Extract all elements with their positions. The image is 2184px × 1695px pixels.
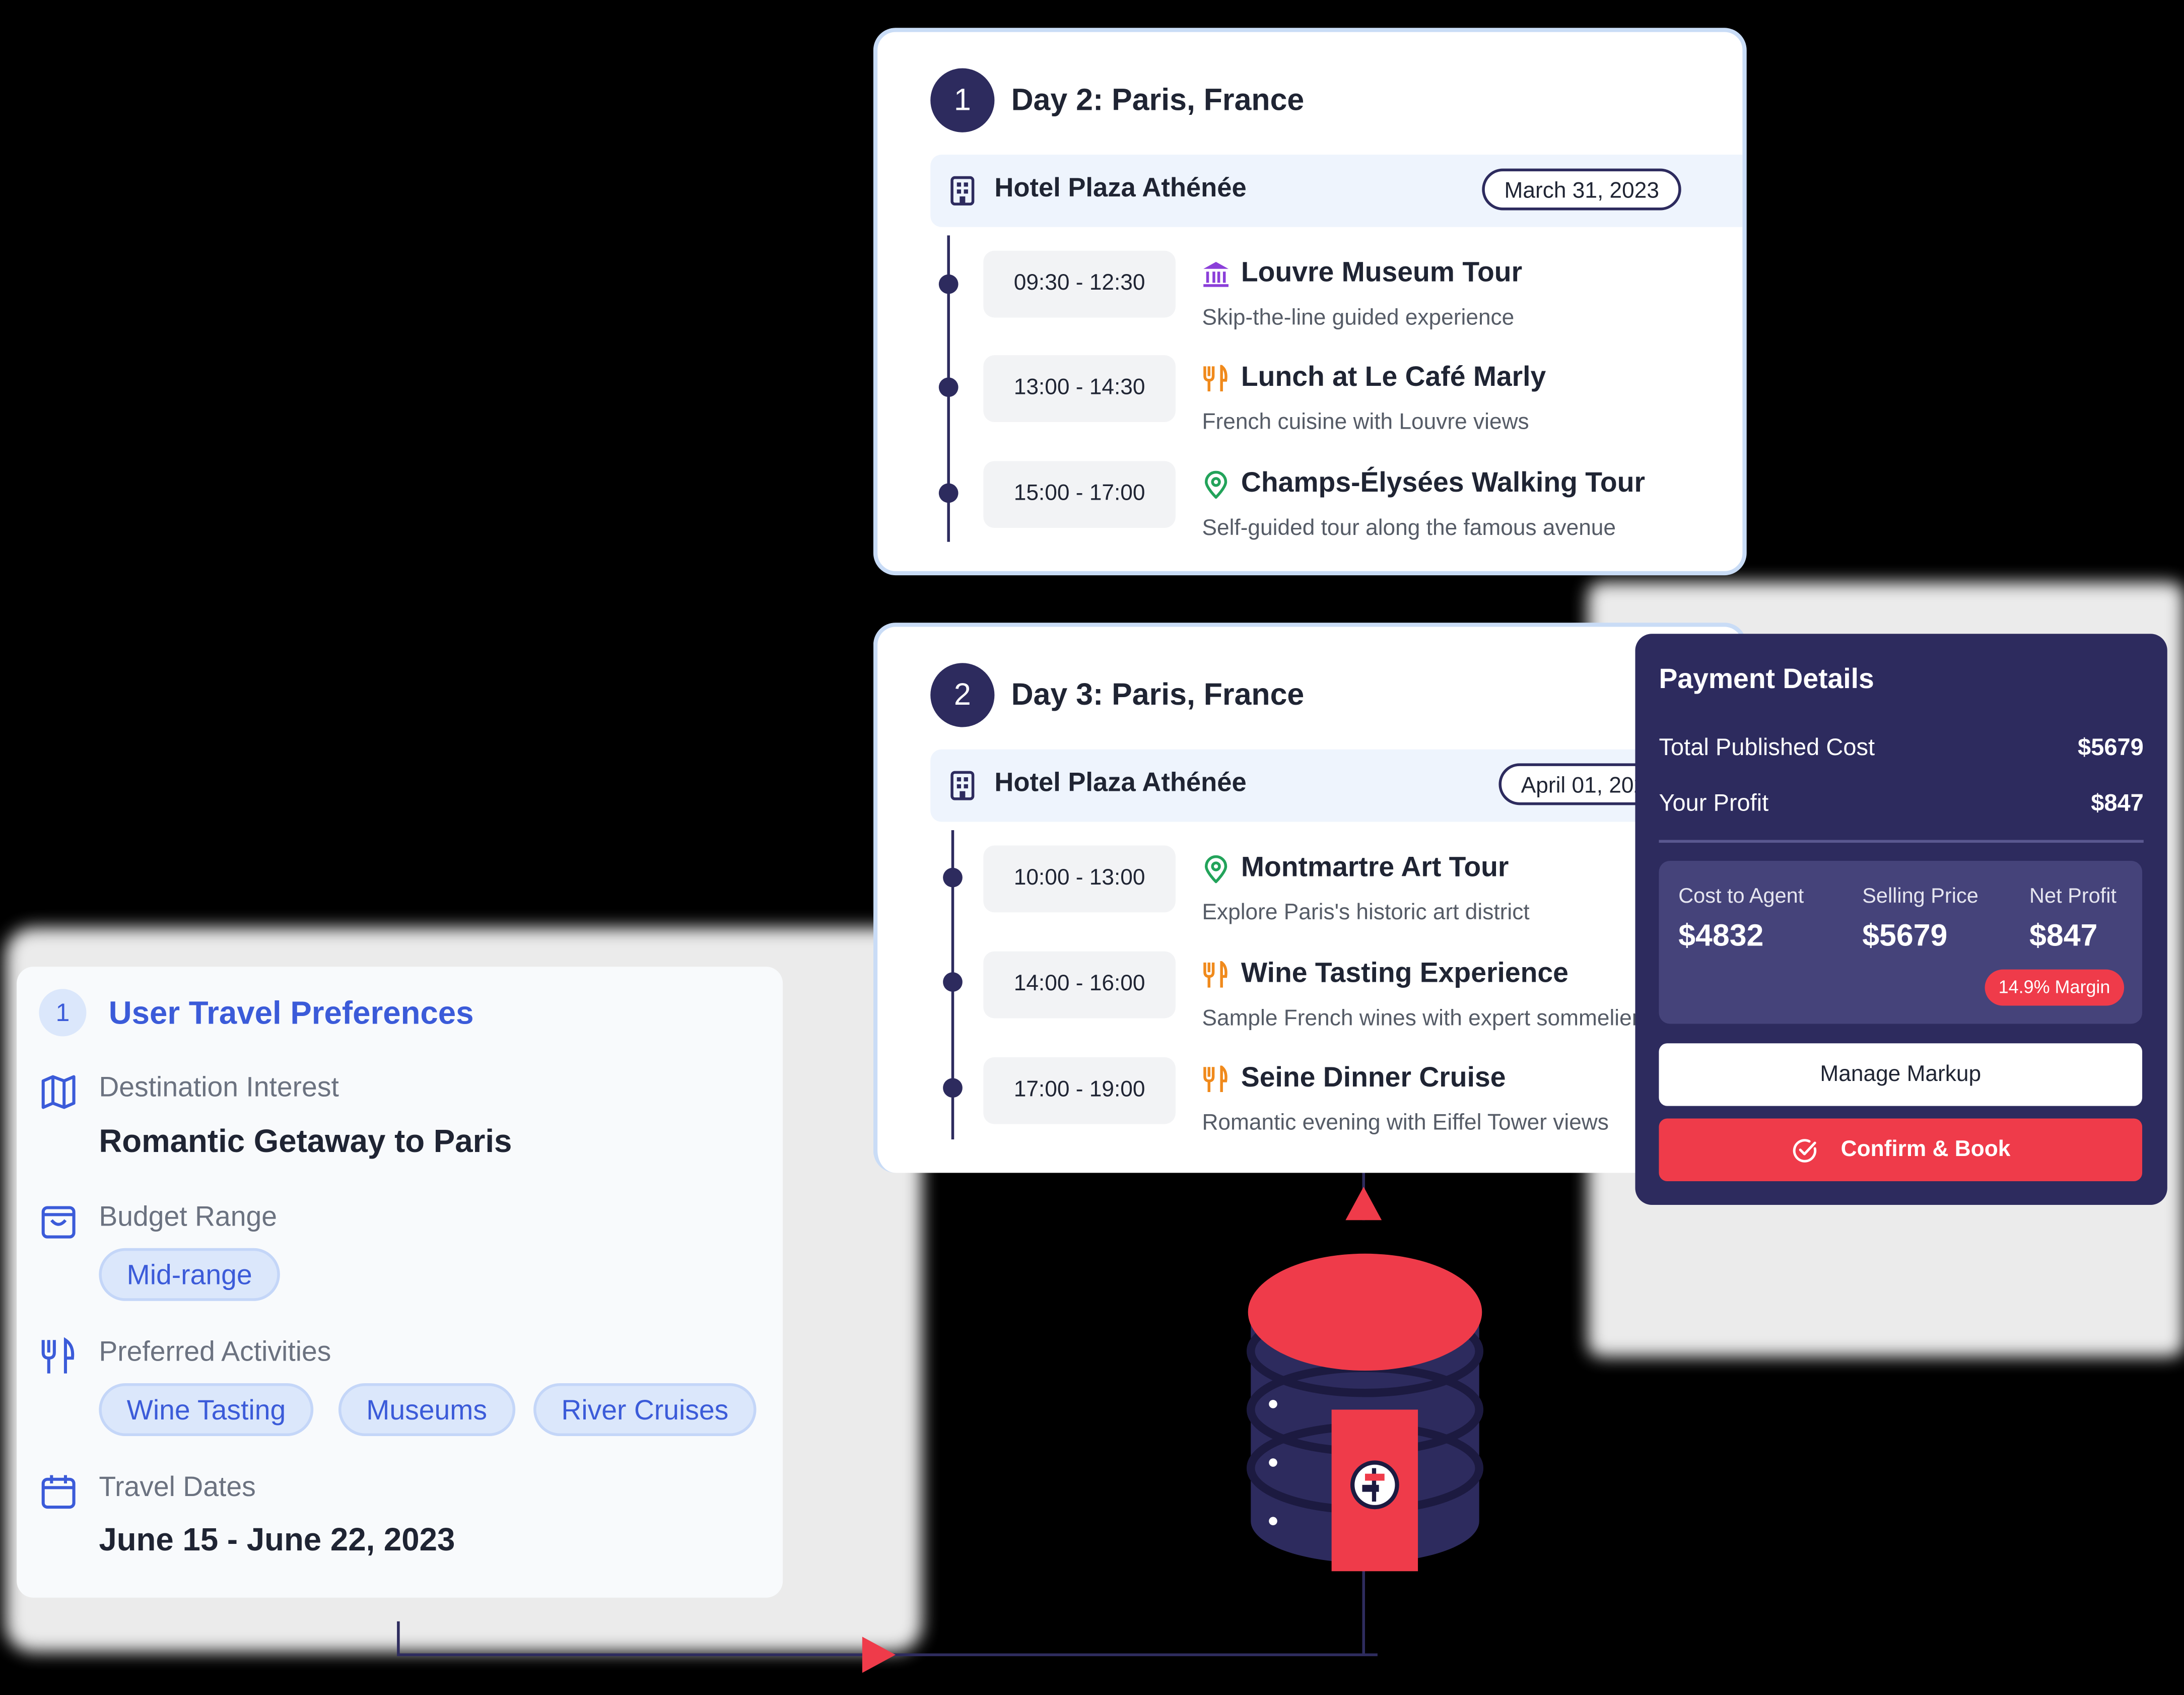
connector-left-drop bbox=[397, 1621, 400, 1656]
cost-agent-label: Cost to Agent bbox=[1678, 884, 1804, 908]
arrow-right-icon bbox=[862, 1637, 896, 1673]
timeline-dot bbox=[943, 1078, 963, 1098]
hotel-bar: Hotel Plaza Athénée April 01, 2023 bbox=[930, 749, 1743, 822]
activity-title-text: Wine Tasting Experience bbox=[1241, 958, 1568, 989]
activity-title: Wine Tasting Experience bbox=[1202, 959, 1568, 991]
day-title: Day 3: Paris, France bbox=[1011, 676, 1305, 712]
net-profit-value: $847 bbox=[2029, 918, 2098, 953]
timeline-dot bbox=[938, 274, 959, 294]
total-cost-value: $5679 bbox=[2078, 734, 2144, 761]
cost-agent-value: $4832 bbox=[1678, 918, 1764, 953]
fork-knife-icon bbox=[41, 1337, 75, 1374]
timeline-dot bbox=[943, 972, 963, 992]
activity-title-text: Champs-Élysées Walking Tour bbox=[1241, 468, 1646, 499]
hotel-name: Hotel Plaza Athénée bbox=[994, 769, 1247, 798]
time-slot: 09:30 - 12:30 bbox=[983, 250, 1176, 318]
museum-icon bbox=[1203, 261, 1228, 287]
day-card-2: 2 Day 3: Paris, France Hotel Plaza Athén… bbox=[873, 623, 1747, 1173]
timeline-dot bbox=[938, 377, 959, 397]
activity-title: Louvre Museum Tour bbox=[1202, 258, 1522, 290]
hotel-name: Hotel Plaza Athénée bbox=[994, 174, 1247, 204]
manage-markup-button[interactable]: Manage Markup bbox=[1659, 1043, 2143, 1106]
fork-knife-icon bbox=[1203, 364, 1227, 391]
dates-value: June 15 - June 22, 2023 bbox=[99, 1521, 455, 1557]
confirm-book-button[interactable]: Confirm & Book bbox=[1659, 1118, 2143, 1181]
confirm-book-label: Confirm & Book bbox=[1840, 1137, 2011, 1161]
pref-header: 1 User Travel Preferences bbox=[39, 989, 474, 1037]
activity-description: Self-guided tour along the famous avenue bbox=[1202, 516, 1616, 540]
user-preferences-card: 1 User Travel Preferences Destination In… bbox=[17, 967, 783, 1598]
day-number-badge: 2 bbox=[930, 663, 995, 727]
profit-value: $847 bbox=[2091, 789, 2144, 817]
activity-tag: River Cruises bbox=[533, 1383, 757, 1437]
day-header: 2 Day 3: Paris, France bbox=[930, 663, 1304, 727]
time-slot: 15:00 - 17:00 bbox=[983, 461, 1176, 528]
activity-tag: Wine Tasting bbox=[99, 1383, 314, 1437]
pricing-summary: Cost to Agent $4832 Selling Price $5679 … bbox=[1659, 860, 2143, 1024]
timeline-dot bbox=[938, 483, 959, 503]
budget-label: Budget Range bbox=[99, 1202, 277, 1233]
activity-description: Skip-the-line guided experience bbox=[1202, 306, 1515, 330]
day-number-badge: 1 bbox=[930, 68, 995, 132]
payment-details-card: Payment Details Total Published Cost $56… bbox=[1635, 634, 2167, 1205]
profit-label: Your Profit bbox=[1659, 789, 1769, 817]
budget-tag: Mid-range bbox=[99, 1248, 280, 1301]
check-circle-icon bbox=[1792, 1138, 1816, 1162]
activity-tag: Museums bbox=[338, 1383, 515, 1437]
activity-description: Explore Paris's historic art district bbox=[1202, 901, 1530, 925]
time-slot: 13:00 - 14:30 bbox=[983, 355, 1176, 422]
activity-description: Romantic evening with Eiffel Tower views bbox=[1202, 1111, 1609, 1135]
time-slot: 17:00 - 19:00 bbox=[983, 1057, 1176, 1124]
map-pin-icon bbox=[1204, 854, 1227, 883]
building-icon bbox=[950, 771, 975, 800]
total-cost-label: Total Published Cost bbox=[1659, 734, 1875, 761]
net-profit-label: Net Profit bbox=[2029, 884, 2117, 908]
fork-knife-icon bbox=[1203, 1065, 1227, 1092]
fork-knife-icon bbox=[1203, 960, 1227, 987]
arrow-up-icon bbox=[1345, 1187, 1382, 1221]
day-header: 1 Day 2: Paris, France bbox=[930, 68, 1305, 132]
map-pin-icon bbox=[1204, 470, 1227, 498]
hotel-bar: Hotel Plaza Athénée March 31, 2023 bbox=[930, 154, 1743, 227]
calendar-icon bbox=[41, 1475, 76, 1509]
day-card-1: 1 Day 2: Paris, France Hotel Plaza Athén… bbox=[873, 28, 1747, 576]
activity-title: Seine Dinner Cruise bbox=[1202, 1063, 1506, 1095]
activity-title: Lunch at Le Café Marly bbox=[1202, 362, 1546, 394]
pref-title: User Travel Preferences bbox=[108, 994, 474, 1030]
margin-badge: 14.9% Margin bbox=[1984, 969, 2125, 1006]
timeline-dot bbox=[943, 867, 963, 888]
shopping-bag-icon bbox=[41, 1206, 76, 1239]
destination-label: Destination Interest bbox=[99, 1072, 339, 1104]
building-icon bbox=[950, 176, 975, 206]
day-title: Day 2: Paris, France bbox=[1011, 82, 1305, 117]
activity-title-text: Seine Dinner Cruise bbox=[1241, 1062, 1506, 1094]
dates-label: Travel Dates bbox=[99, 1472, 256, 1503]
activity-title-text: Montmartre Art Tour bbox=[1241, 852, 1509, 884]
pref-number-badge: 1 bbox=[39, 989, 87, 1037]
selling-price-value: $5679 bbox=[1862, 918, 1948, 953]
time-slot: 10:00 - 13:00 bbox=[983, 845, 1176, 913]
date-pill: March 31, 2023 bbox=[1482, 168, 1682, 211]
activity-title-text: Lunch at Le Café Marly bbox=[1241, 362, 1546, 393]
activity-title-text: Louvre Museum Tour bbox=[1241, 257, 1523, 289]
activity-title: Montmartre Art Tour bbox=[1202, 852, 1509, 885]
time-slot: 14:00 - 16:00 bbox=[983, 951, 1176, 1019]
divider bbox=[1659, 840, 2144, 843]
destination-value: Romantic Getaway to Paris bbox=[99, 1122, 512, 1159]
activities-label: Preferred Activities bbox=[99, 1337, 331, 1368]
selling-price-label: Selling Price bbox=[1862, 884, 1978, 908]
activity-description: French cuisine with Louvre views bbox=[1202, 411, 1529, 435]
payment-title: Payment Details bbox=[1659, 664, 1874, 695]
activity-title: Champs-Élysées Walking Tour bbox=[1202, 468, 1645, 500]
database-icon bbox=[1246, 1253, 1484, 1572]
activity-description: Sample French wines with expert sommelie… bbox=[1202, 1007, 1640, 1031]
map-icon bbox=[41, 1075, 76, 1109]
